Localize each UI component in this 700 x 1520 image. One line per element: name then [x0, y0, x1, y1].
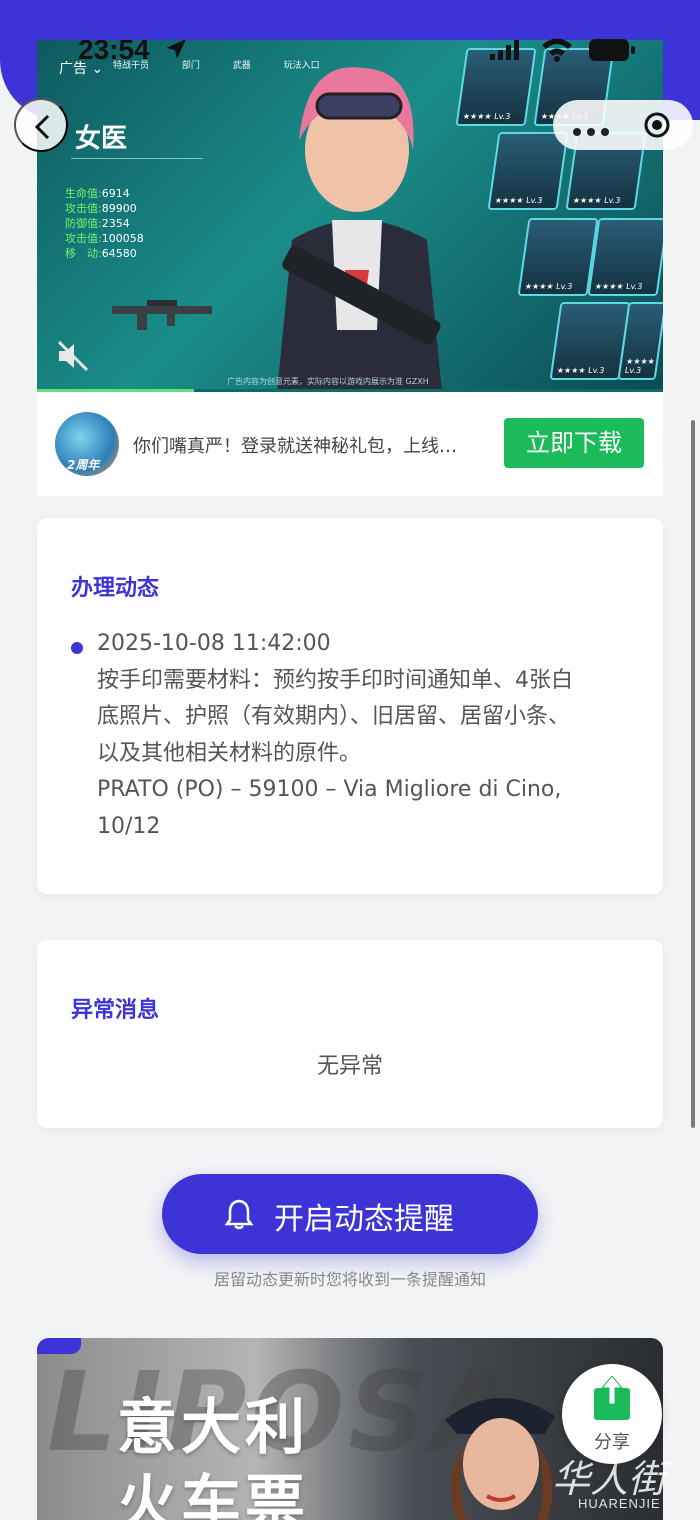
more-icon[interactable] — [573, 121, 615, 140]
character-cards: ★★★★ Lv.3 ★★★★ Lv.3 ★★★★ Lv.3 ★★★★ Lv.3 … — [437, 40, 663, 392]
battery-icon — [589, 39, 635, 61]
ad-info-row[interactable]: 2周年 你们嘴真严！登录就送神秘礼包，上线… 立即下载 — [37, 392, 663, 496]
game-logo: 2周年 — [55, 412, 119, 476]
ad-description: 你们嘴真严！登录就送神秘礼包，上线… — [133, 436, 457, 457]
mute-icon[interactable] — [55, 338, 91, 374]
close-target-icon[interactable] — [643, 111, 671, 139]
bell-icon — [224, 1199, 254, 1230]
banner-title: 意大利 火车票 — [117, 1393, 309, 1520]
entry-line: 以及其他相关材料的原件。 — [97, 740, 362, 766]
location-arrow-icon — [166, 39, 186, 59]
timeline-dot — [71, 642, 83, 654]
share-button[interactable]: 分享 — [562, 1364, 662, 1464]
entry-datetime: 2025-10-08 11:42:00 — [97, 631, 331, 656]
entry-line: 底照片、护照（有效期内）、旧居留、居留小条、 — [97, 704, 571, 729]
scrollbar[interactable] — [691, 420, 695, 1128]
timeline-entry: 2025-10-08 11:42:00 按手印需要材料：预约按手印时间通知单、4… — [97, 626, 653, 845]
reminder-hint: 居留动态更新时您将收到一条提醒通知 — [213, 1270, 486, 1289]
entry-line: 10/12 — [97, 813, 161, 839]
rifle-image — [112, 300, 212, 330]
stat-row: 攻击值:89900 — [65, 202, 137, 215]
download-button[interactable]: 立即下载 — [504, 418, 644, 468]
entry-line: PRATO (PO) – 59100 – Via Migliore di Cin… — [97, 777, 562, 802]
card-title: 办理动态 — [71, 576, 160, 601]
logo-badge: 2周年 — [67, 458, 100, 472]
wifi-icon — [542, 38, 572, 62]
stat-row: 生命值:6914 — [65, 187, 130, 200]
ad-hero-title: 女医 — [75, 124, 128, 154]
divider — [71, 158, 203, 159]
stat-row: 防御值:2354 — [65, 217, 130, 230]
ad-banner[interactable]: 广告 ⌄ 特战干员 部门 武器 玩法入口 女医 生命值:6914 攻击值:899… — [37, 40, 663, 392]
stat-row: 攻击值:100058 — [65, 232, 144, 245]
character-card: ★★★★ Lv.3 — [487, 132, 569, 210]
chevron-left-icon — [34, 114, 50, 140]
back-button[interactable] — [14, 98, 68, 152]
share-icon — [594, 1376, 630, 1420]
entry-line: 按手印需要材料：预约按手印时间通知单、4张白 — [97, 667, 573, 693]
card-title: 异常消息 — [71, 998, 160, 1023]
anomaly-message: 无异常 — [316, 1054, 383, 1079]
stat-row: 移 动:64580 — [65, 247, 137, 260]
reminder-label: 开启动态提醒 — [274, 1202, 454, 1237]
anomaly-card: 异常消息 无异常 — [37, 940, 663, 1128]
cellular-signal-icon — [490, 40, 519, 60]
character-card: ★★★★ Lv.3 — [587, 218, 663, 296]
enable-reminder-button[interactable]: 开启动态提醒 — [162, 1174, 538, 1254]
character-card: ★★★★ Lv.3 — [517, 218, 599, 296]
status-time: 23:54 — [78, 34, 150, 65]
mini-program-capsule — [553, 100, 693, 150]
progress-card: 办理动态 2025-10-08 11:42:00 按手印需要材料：预约按手印时间… — [37, 518, 663, 894]
status-bar: 23:54 — [0, 30, 700, 74]
share-label: 分享 — [594, 1432, 630, 1452]
ad-stats: 生命值:6914 攻击值:89900 防御值:2354 攻击值:100058 移… — [65, 186, 144, 261]
ad-disclaimer: 广告内容为创意元素，实际内容以游戏内展示为准 GZXH — [227, 377, 429, 386]
